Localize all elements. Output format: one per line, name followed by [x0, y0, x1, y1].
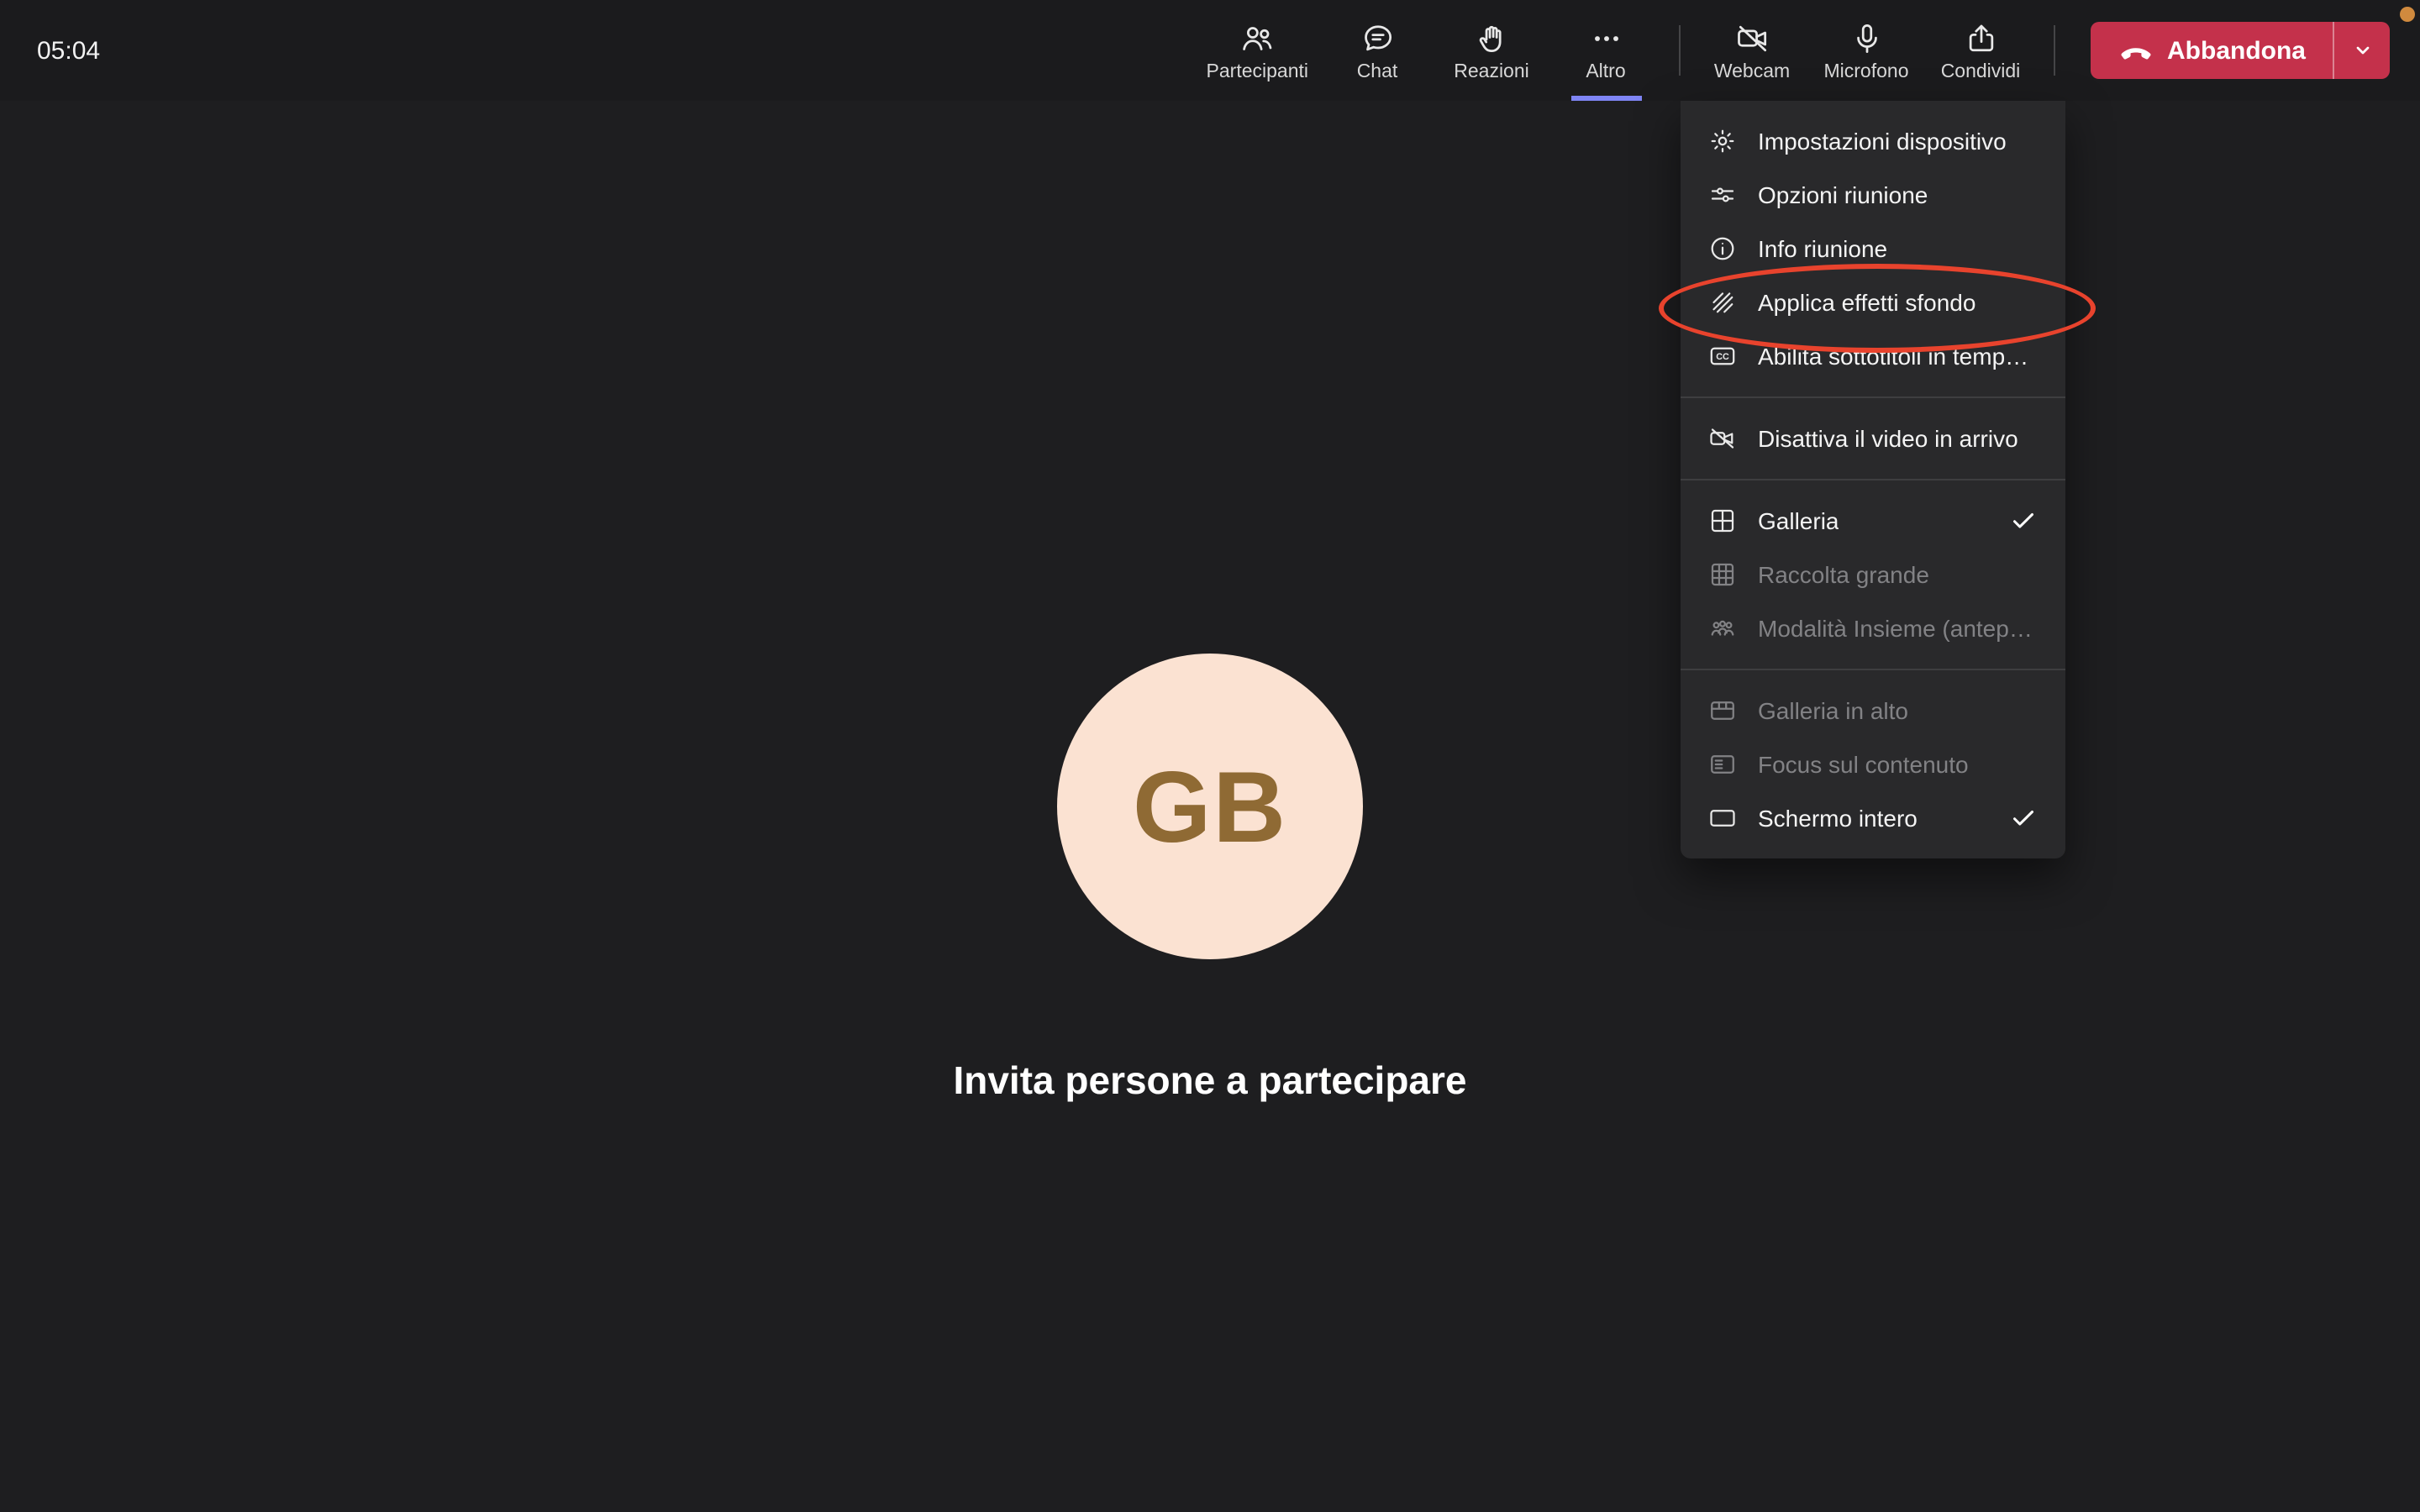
share-button[interactable]: Condividi	[1923, 0, 2038, 101]
fullscreen-icon	[1707, 803, 1738, 833]
menu-item-live-captions[interactable]: CC Abilita sottotitoli in temp…	[1681, 329, 2065, 383]
more-button[interactable]: Altro	[1549, 0, 1663, 101]
menu-item-label: Galleria	[1758, 507, 1839, 534]
checkmark-icon	[2008, 803, 2039, 833]
menu-item-label: Modalità Insieme (antep…	[1758, 615, 2033, 642]
video-off-icon	[1707, 423, 1738, 454]
meeting-timer: 05:04	[37, 0, 100, 101]
menu-item-large-gallery: Raccolta grande	[1681, 548, 2065, 601]
toolbar-separator	[1678, 25, 1680, 76]
leave-button-group: Abbandona	[2090, 22, 2390, 79]
invite-text: Invita persone a partecipare	[0, 1058, 2420, 1104]
reactions-hand-icon	[1473, 19, 1510, 56]
cc-icon: CC	[1707, 341, 1738, 371]
microphone-label: Microfono	[1824, 61, 1909, 81]
participants-label: Partecipanti	[1207, 61, 1308, 81]
reactions-label: Reazioni	[1454, 61, 1529, 81]
teams-meeting-window: 05:04 Partecipanti Chat Reazioni	[0, 0, 2420, 1512]
menu-item-label: Schermo intero	[1758, 805, 1918, 832]
menu-divider	[1681, 479, 2065, 480]
reactions-button[interactable]: Reazioni	[1434, 0, 1549, 101]
more-dots-icon	[1587, 19, 1624, 56]
more-options-menu: Impostazioni dispositivo Opzioni riunion…	[1681, 101, 2065, 858]
menu-item-background-effects[interactable]: Applica effetti sfondo	[1681, 276, 2065, 329]
menu-item-content-focus: Focus sul contenuto	[1681, 738, 2065, 791]
menu-item-meeting-info[interactable]: Info riunione	[1681, 222, 2065, 276]
more-label: Altro	[1586, 61, 1625, 81]
menu-item-disable-incoming-video[interactable]: Disattiva il video in arrivo	[1681, 412, 2065, 465]
menu-item-together-mode: Modalità Insieme (antep…	[1681, 601, 2065, 655]
chevron-down-icon	[2347, 35, 2377, 66]
menu-item-label: Info riunione	[1758, 235, 1887, 262]
menu-item-label: Opzioni riunione	[1758, 181, 1928, 208]
menu-item-label: Disattiva il video in arrivo	[1758, 425, 2018, 452]
menu-item-label: Applica effetti sfondo	[1758, 289, 1975, 316]
leave-button[interactable]: Abbandona	[2090, 22, 2333, 79]
content-focus-icon	[1707, 749, 1738, 780]
checkmark-icon	[2008, 506, 2039, 536]
leave-label: Abbandona	[2167, 36, 2306, 65]
toolbar-separator	[2053, 25, 2054, 76]
grid-large-icon	[1707, 559, 1738, 590]
menu-item-label: Raccolta grande	[1758, 561, 1929, 588]
leave-options-button[interactable]	[2333, 22, 2390, 79]
info-icon	[1707, 234, 1738, 264]
webcam-label: Webcam	[1714, 61, 1790, 81]
participants-button[interactable]: Partecipanti	[1195, 0, 1320, 101]
grid-icon	[1707, 506, 1738, 536]
top-gallery-icon	[1707, 696, 1738, 726]
together-mode-icon	[1707, 613, 1738, 643]
gear-icon	[1707, 126, 1738, 156]
background-effects-icon	[1707, 287, 1738, 318]
menu-item-meeting-options[interactable]: Opzioni riunione	[1681, 168, 2065, 222]
meeting-toolbar: Partecipanti Chat Reazioni Altro	[1195, 0, 2390, 101]
webcam-button[interactable]: Webcam	[1695, 0, 1809, 101]
menu-divider	[1681, 396, 2065, 398]
participants-icon	[1239, 19, 1276, 56]
menu-item-label: Focus sul contenuto	[1758, 751, 1969, 778]
webcam-off-icon	[1733, 19, 1770, 56]
sliders-icon	[1707, 180, 1738, 210]
microphone-button[interactable]: Microfono	[1809, 0, 1923, 101]
avatar-initials: GB	[1133, 748, 1287, 864]
chat-icon	[1359, 19, 1396, 56]
svg-text:CC: CC	[1716, 352, 1729, 362]
menu-divider	[1681, 669, 2065, 670]
menu-item-label: Galleria in alto	[1758, 697, 1908, 724]
recording-indicator-dot	[2400, 7, 2415, 22]
menu-item-device-settings[interactable]: Impostazioni dispositivo	[1681, 114, 2065, 168]
menu-item-fullscreen[interactable]: Schermo intero	[1681, 791, 2065, 845]
avatar: GB	[1057, 654, 1363, 959]
menu-item-gallery[interactable]: Galleria	[1681, 494, 2065, 548]
menu-item-label: Abilita sottotitoli in temp…	[1758, 343, 2028, 370]
microphone-icon	[1848, 19, 1885, 56]
chat-label: Chat	[1357, 61, 1398, 81]
meeting-topbar: 05:04 Partecipanti Chat Reazioni	[0, 0, 2420, 101]
menu-item-top-gallery: Galleria in alto	[1681, 684, 2065, 738]
hangup-phone-icon	[2117, 32, 2154, 69]
menu-item-label: Impostazioni dispositivo	[1758, 128, 2007, 155]
share-label: Condividi	[1941, 61, 2021, 81]
chat-button[interactable]: Chat	[1320, 0, 1434, 101]
share-icon	[1962, 19, 1999, 56]
